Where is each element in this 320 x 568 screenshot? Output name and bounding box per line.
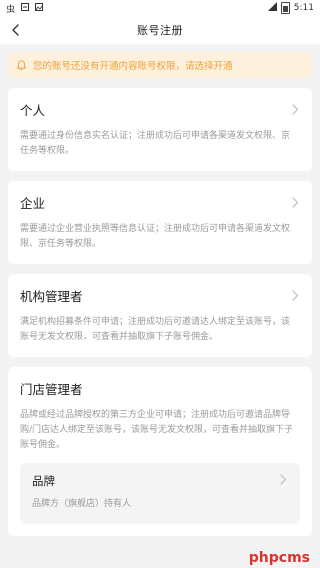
card-description: 满足机构招募条件可申请；注册成功后可邀请达人绑定至该账号，该账号无发文权限，可查… xyxy=(20,317,291,342)
nav-bar: 账号注册 xyxy=(0,16,320,44)
watermark-logo: phpcms xyxy=(248,550,310,566)
sub-option-description: 品牌方（旗舰店）持有人 xyxy=(32,499,132,509)
permission-notice: 您的账号还没有开通内容账号权限，请选择开通 xyxy=(8,52,312,78)
page-title: 账号注册 xyxy=(137,24,183,37)
bell-icon xyxy=(16,59,27,70)
battery-icon xyxy=(280,2,290,14)
image-icon xyxy=(35,2,44,14)
chevron-right-icon xyxy=(276,472,290,486)
account-type-enterprise[interactable]: 企业 需要通过企业营业执照等信息认证；注册成功后可申请各渠道发文权限、京任务等权… xyxy=(8,181,312,264)
status-time: 5:11 xyxy=(293,3,314,13)
card-title: 门店管理者 xyxy=(20,382,83,397)
notice-text: 您的账号还没有开通内容账号权限，请选择开通 xyxy=(33,61,233,72)
status-bar: 虫 5:11 xyxy=(0,0,320,16)
chevron-left-icon xyxy=(12,24,19,36)
card-description: 需要通过身份信息实名认证；注册成功后可申请各渠道发文权限、京任务等权限。 xyxy=(20,131,291,156)
signal-icon xyxy=(267,2,277,14)
chevron-right-icon xyxy=(288,288,302,302)
sub-option-title: 品牌 xyxy=(32,474,55,488)
account-type-store-manager: 门店管理者 品牌或经过品牌授权的第三方企业可申请；注册成功后可邀请品牌导购/门店… xyxy=(8,367,312,536)
store-option-brand[interactable]: 品牌 品牌方（旗舰店）持有人 xyxy=(20,463,300,524)
back-button[interactable] xyxy=(6,20,26,40)
chevron-right-icon xyxy=(288,102,302,116)
card-title: 个人 xyxy=(20,103,46,118)
status-right: 5:11 xyxy=(267,2,314,14)
account-type-personal[interactable]: 个人 需要通过身份信息实名认证；注册成功后可申请各渠道发文权限、京任务等权限。 xyxy=(8,88,312,171)
pinyin-icon xyxy=(21,2,30,14)
card-title: 企业 xyxy=(20,196,46,211)
account-type-institution-manager[interactable]: 机构管理者 满足机构招募条件可申请；注册成功后可邀请达人绑定至该账号，该账号无发… xyxy=(8,274,312,357)
card-description: 需要通过企业营业执照等信息认证；注册成功后可申请各渠道发文权限、京任务等权限。 xyxy=(20,224,291,249)
card-description: 品牌或经过品牌授权的第三方企业可申请；注册成功后可邀请品牌导购/门店达人绑定至该… xyxy=(20,410,294,450)
status-left: 虫 xyxy=(6,2,44,15)
card-title: 机构管理者 xyxy=(20,289,83,304)
carrier-icon: 虫 xyxy=(6,4,16,15)
chevron-right-icon xyxy=(288,195,302,209)
